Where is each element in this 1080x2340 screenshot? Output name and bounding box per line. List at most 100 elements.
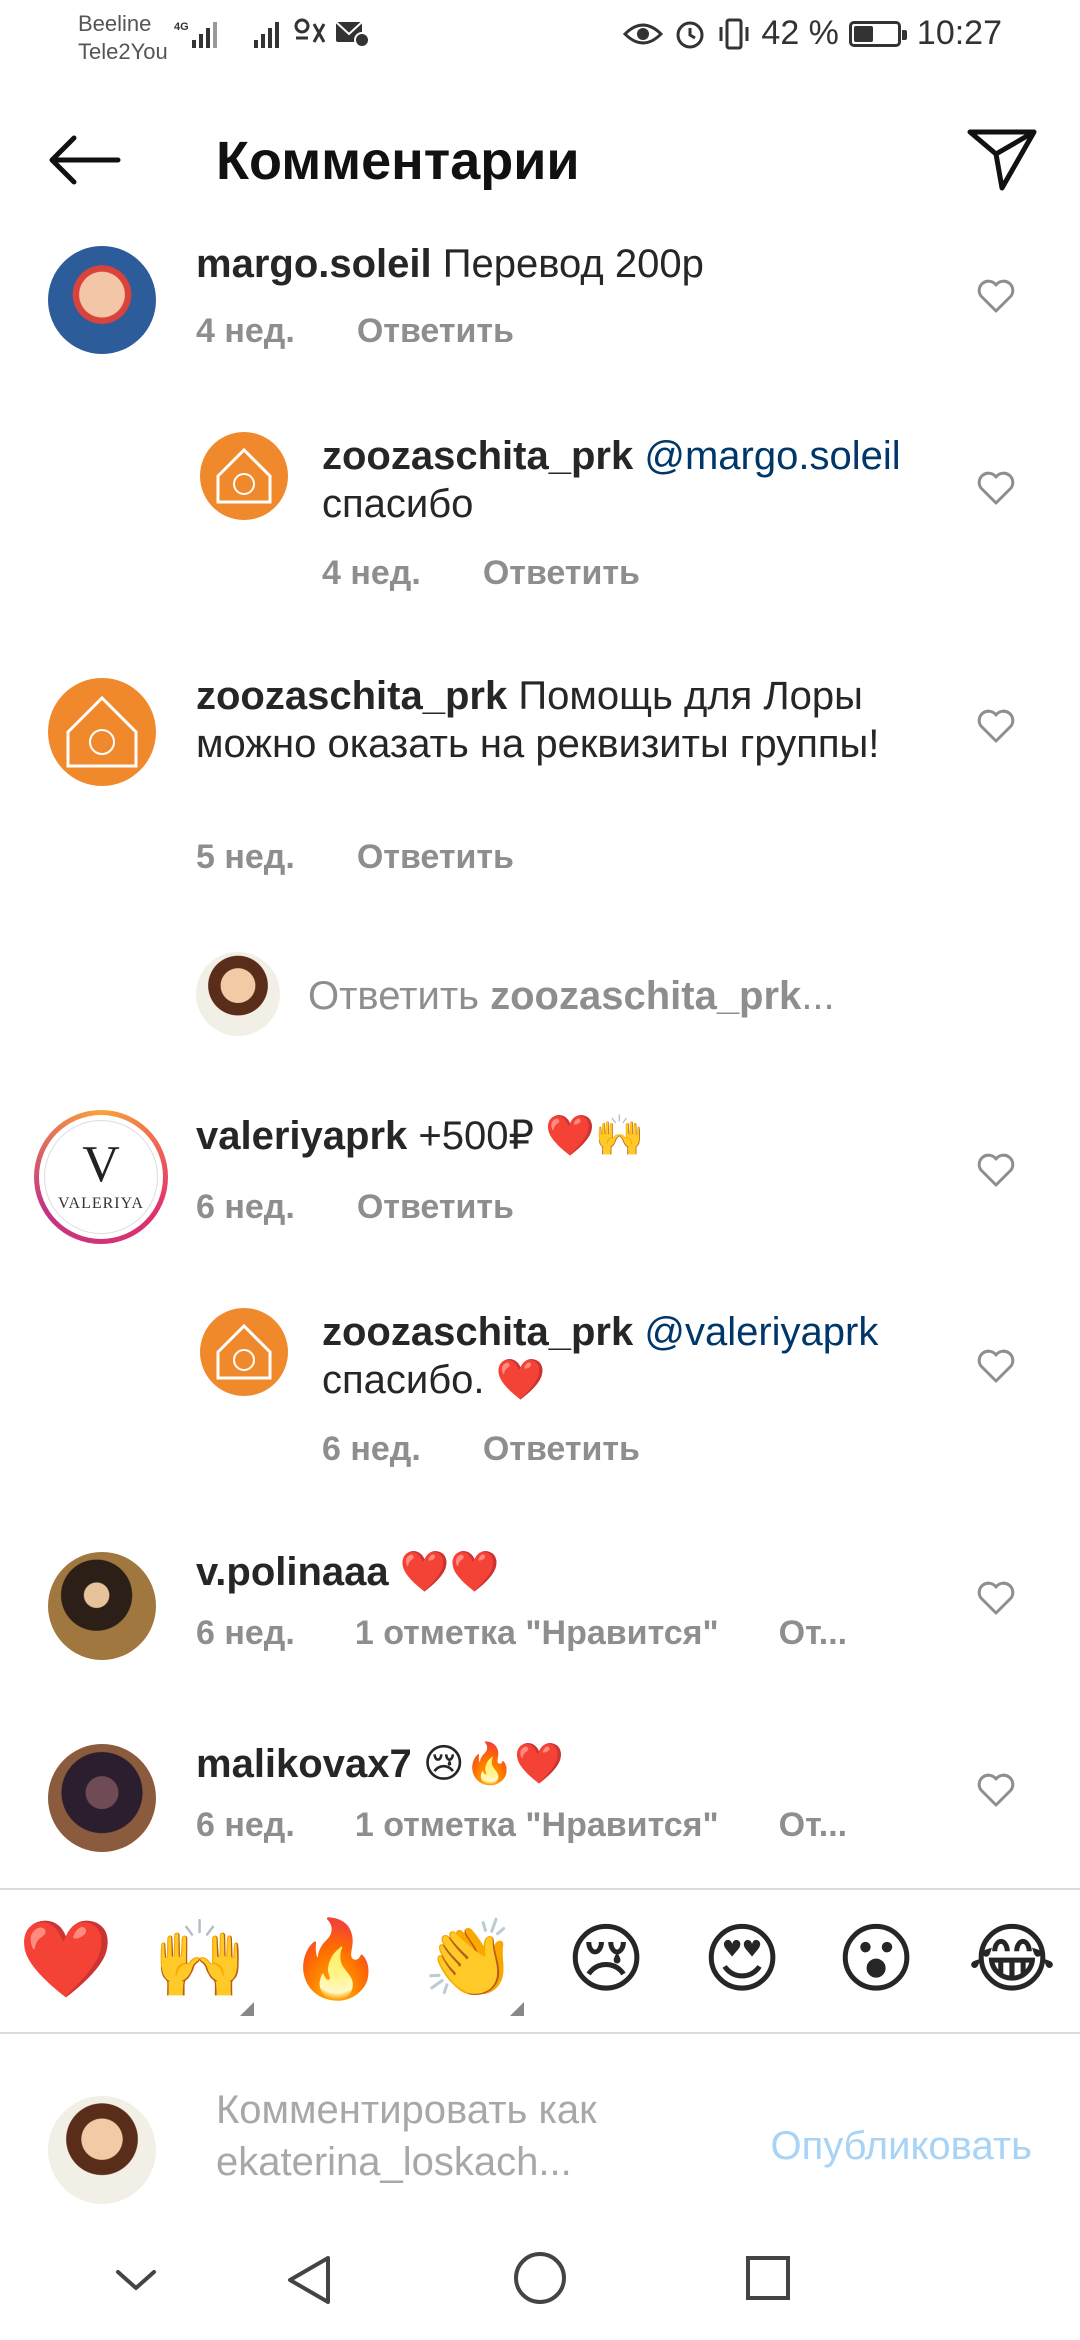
heart-icon[interactable] xyxy=(976,1152,1016,1188)
square-recents-icon[interactable] xyxy=(744,2254,792,2302)
comment-body: 😢🔥❤️ xyxy=(422,1742,565,1786)
mention-link[interactable]: @valeriyaprk xyxy=(644,1310,878,1354)
reply-button[interactable]: Ответить xyxy=(483,1430,640,1469)
username-link[interactable]: zoozaschita_prk xyxy=(322,1310,633,1354)
emoji-quick-bar: ❤️ 🙌 🔥 👏 😢 😍 😮 😂 xyxy=(0,1888,1080,2034)
circle-home-icon[interactable] xyxy=(512,2250,568,2306)
comment-meta: 5 нед. Ответить xyxy=(196,838,514,877)
carrier-1: Beeline xyxy=(78,11,152,36)
battery-icon xyxy=(848,20,907,47)
comment-text: valeriyaprk +500₽ ❤️🙌 xyxy=(196,1112,916,1160)
reply-button[interactable]: От... xyxy=(779,1806,847,1845)
avatar[interactable] xyxy=(48,1744,156,1852)
arrow-left-icon[interactable] xyxy=(44,132,124,188)
comment-time: 4 нед. xyxy=(196,312,295,350)
carrier-2: Tele2You xyxy=(78,39,168,64)
heart-icon[interactable] xyxy=(976,470,1016,506)
message-off-icon xyxy=(335,21,370,48)
emoji-laugh-button[interactable]: 😂 xyxy=(962,1910,1062,2010)
emoji-clap-button[interactable]: 👏 xyxy=(420,1910,520,2010)
avatar[interactable] xyxy=(48,1552,156,1660)
comment-text: malikovax7 😢🔥❤️ xyxy=(196,1740,916,1788)
reply-button[interactable]: От... xyxy=(779,1614,847,1653)
reply-ellipsis: ... xyxy=(801,974,835,1018)
username-link[interactable]: valeriyaprk xyxy=(196,1114,407,1158)
heart-icon[interactable] xyxy=(976,1580,1016,1616)
comment-time: 6 нед. xyxy=(196,1614,295,1652)
status-bar: Beeline Tele2You 4G 42 % 10:27 xyxy=(0,0,1080,72)
avatar[interactable] xyxy=(200,1308,288,1396)
username-link[interactable]: malikovax7 xyxy=(196,1742,412,1786)
alarm-icon xyxy=(676,21,704,48)
comment-text: margo.soleil Перевод 200р xyxy=(196,240,896,288)
avatar[interactable] xyxy=(200,432,288,520)
status-right: 42 % 10:27 xyxy=(623,14,1002,53)
comment-time: 6 нед. xyxy=(322,1430,421,1468)
reply-input-row[interactable]: Ответить zoozaschita_prk... xyxy=(0,950,1080,1040)
publish-button[interactable]: Опубликовать xyxy=(770,2124,1032,2169)
emoji-surprised-button[interactable]: 😮 xyxy=(826,1910,926,2010)
emoji-cry-button[interactable]: 😢 xyxy=(556,1910,656,2010)
comment-text: zoozaschita_prk @valeriyaprk спасибо. ❤️ xyxy=(322,1308,942,1404)
heart-icon[interactable] xyxy=(976,1772,1016,1808)
signal-icon xyxy=(254,22,279,48)
emoji-heart-eyes-button[interactable]: 😍 xyxy=(692,1910,792,2010)
vibrate-icon xyxy=(719,18,749,49)
reply-input[interactable]: Ответить zoozaschita_prk... xyxy=(308,974,835,1019)
header: Комментарии xyxy=(0,110,1080,210)
chevron-down-icon[interactable] xyxy=(114,2266,158,2294)
emoji-heart-button[interactable]: ❤️ xyxy=(16,1910,116,2010)
reply-button[interactable]: Ответить xyxy=(357,312,514,351)
avatar xyxy=(48,2096,156,2204)
username-link[interactable]: margo.soleil xyxy=(196,242,432,286)
reply-prefix: Ответить xyxy=(308,974,491,1018)
clock: 10:27 xyxy=(916,14,1002,52)
username-link[interactable]: zoozaschita_prk xyxy=(322,434,633,478)
svg-text:4G: 4G xyxy=(174,21,189,33)
signal-icon: 4G xyxy=(174,21,217,48)
comment-input[interactable]: Комментировать как ekaterina_loskach... xyxy=(216,2084,656,2188)
comment-meta: 4 нед. Ответить xyxy=(196,312,514,351)
username-link[interactable]: v.polinaaa xyxy=(196,1550,389,1594)
emoji-raised-hands-button[interactable]: 🙌 xyxy=(150,1910,250,2010)
battery-percent: 42 % xyxy=(761,14,839,52)
paw-logo-icon xyxy=(216,1323,272,1380)
avatar[interactable] xyxy=(48,678,156,786)
paw-logo-icon xyxy=(66,695,138,768)
comment-text: zoozaschita_prk Помощь для Лоры можно ок… xyxy=(196,672,916,768)
logo-letter: V xyxy=(82,1136,120,1193)
mention-link[interactable]: @margo.soleil xyxy=(644,434,900,478)
story-avatar[interactable]: V VALERIYA xyxy=(34,1110,168,1244)
variant-indicator xyxy=(510,2002,524,2016)
eye-icon xyxy=(623,23,664,44)
comment-time: 6 нед. xyxy=(196,1806,295,1844)
reply-target: zoozaschita_prk xyxy=(490,974,802,1018)
username-link[interactable]: zoozaschita_prk xyxy=(196,674,507,718)
reply-button[interactable]: Ответить xyxy=(483,554,640,593)
variant-indicator xyxy=(240,2002,254,2016)
comment-time: 4 нед. xyxy=(322,554,421,592)
comment-meta: 6 нед. 1 отметка "Нравится" От... xyxy=(196,1806,847,1845)
reply-button[interactable]: Ответить xyxy=(357,838,514,877)
carrier-names: Beeline Tele2You xyxy=(78,10,168,66)
avatar[interactable] xyxy=(48,246,156,354)
avatar xyxy=(196,952,280,1036)
comment-body: Перевод 200р xyxy=(442,242,704,286)
comment-time: 6 нед. xyxy=(196,1188,295,1226)
heart-icon[interactable] xyxy=(976,278,1016,314)
emoji-fire-button[interactable]: 🔥 xyxy=(286,1910,386,2010)
comment-meta: 6 нед. 1 отметка "Нравится" От... xyxy=(196,1614,847,1653)
comment-body: спасибо. ❤️ xyxy=(322,1358,546,1402)
reply-button[interactable]: Ответить xyxy=(357,1188,514,1227)
system-nav-bar xyxy=(0,2220,1080,2340)
paw-logo-icon xyxy=(216,447,272,504)
paper-plane-icon[interactable] xyxy=(964,122,1040,194)
triangle-back-icon[interactable] xyxy=(284,2252,334,2308)
heart-icon[interactable] xyxy=(976,708,1016,744)
likes-count[interactable]: 1 отметка "Нравится" xyxy=(355,1806,719,1845)
heart-icon[interactable] xyxy=(976,1348,1016,1384)
logo-name: VALERIYA xyxy=(58,1195,144,1212)
page-title: Комментарии xyxy=(216,131,580,191)
likes-count[interactable]: 1 отметка "Нравится" xyxy=(355,1614,719,1653)
comment-body: +500₽ ❤️🙌 xyxy=(418,1114,645,1158)
